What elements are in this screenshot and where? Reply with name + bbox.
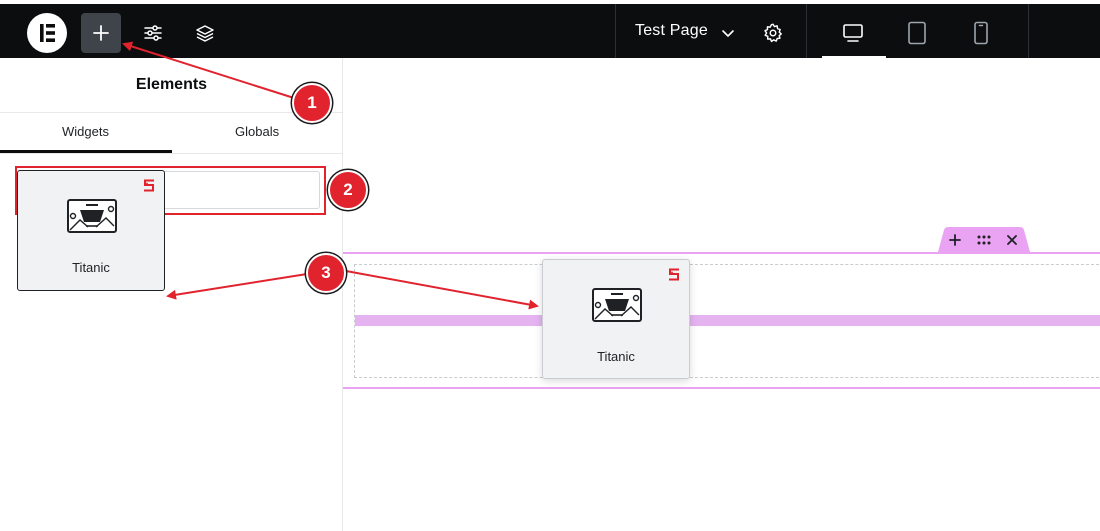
tab-widgets[interactable]: Widgets: [62, 124, 109, 139]
mobile-icon: [974, 21, 988, 45]
titanic-widget-icon: [592, 288, 642, 322]
page-menu-button[interactable]: [708, 13, 748, 53]
tablet-view-button[interactable]: [897, 13, 937, 53]
separator: [1028, 4, 1029, 58]
tab-globals[interactable]: Globals: [235, 124, 279, 139]
sliders-icon: [144, 25, 162, 41]
divider: [0, 112, 343, 113]
elementor-logo-icon[interactable]: [27, 13, 67, 53]
mobile-view-button[interactable]: [961, 13, 1001, 53]
drop-indicator: [355, 315, 1100, 326]
brand-badge-icon: [144, 179, 154, 192]
add-element-button[interactable]: [81, 13, 121, 53]
widget-label: Titanic: [72, 260, 110, 275]
widget-card-titanic[interactable]: Titanic: [17, 170, 165, 291]
brand-badge-icon: [669, 268, 679, 281]
editor-screen: Test Page Elements Widgets Globals Titan…: [0, 0, 1100, 531]
structure-button[interactable]: [185, 13, 225, 53]
separator: [615, 4, 616, 58]
chevron-down-icon: [722, 30, 734, 37]
section-handle[interactable]: [928, 226, 1038, 252]
elements-panel: Elements Widgets Globals Titanic Titanic: [0, 58, 343, 531]
site-settings-button[interactable]: [133, 13, 173, 53]
gear-icon: [764, 23, 782, 43]
page-settings-button[interactable]: [753, 13, 793, 53]
separator: [806, 4, 807, 58]
layers-icon: [196, 25, 214, 42]
top-bar: Test Page: [0, 0, 1100, 59]
panel-title: Elements: [135, 76, 208, 93]
widget-label: Titanic: [597, 349, 635, 364]
page-title[interactable]: Test Page: [635, 22, 708, 40]
step-marker-3: 3: [306, 253, 346, 293]
step-marker-1: 1: [292, 83, 332, 123]
divider: [0, 153, 343, 154]
desktop-view-button[interactable]: [833, 13, 873, 53]
tablet-icon: [908, 21, 926, 45]
titanic-widget-icon: [67, 199, 117, 233]
step-marker-2: 2: [328, 170, 368, 210]
dragged-widget-titanic[interactable]: Titanic: [542, 259, 690, 379]
plus-icon: [93, 25, 109, 41]
desktop-icon: [843, 24, 863, 42]
